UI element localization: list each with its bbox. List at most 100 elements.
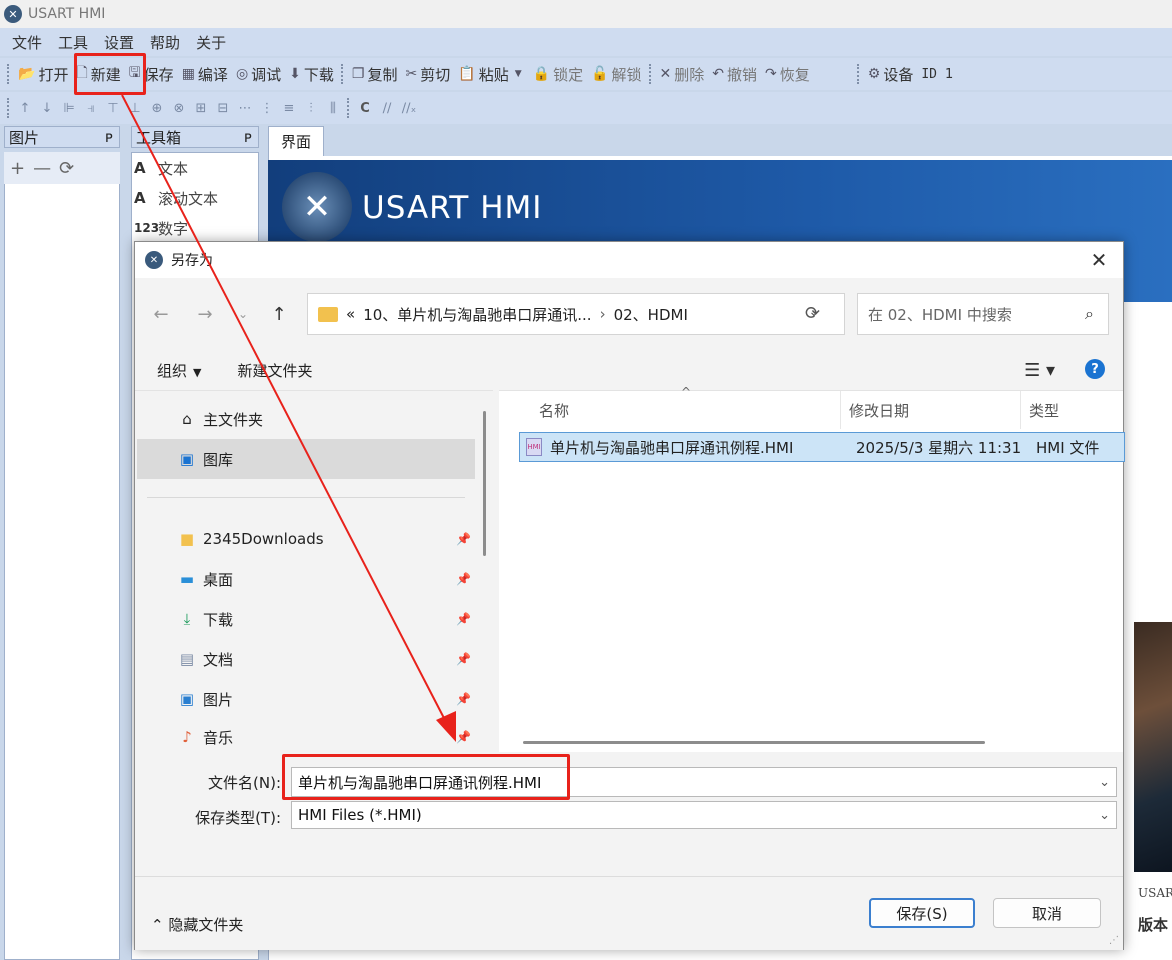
align-right-icon[interactable]: ⫣ xyxy=(80,97,102,119)
redo-icon: ↷ xyxy=(765,66,777,82)
back-icon[interactable]: ← xyxy=(149,302,173,326)
file-type-select[interactable]: HMI Files (*.HMI) ⌄ xyxy=(291,801,1117,829)
address-bar[interactable]: « 10、单片机与淘晶驰串口屏通讯... › 02、HDMI ⌄ xyxy=(307,293,845,335)
nav-item-home[interactable]: ⌂ 主文件夹 xyxy=(137,399,475,439)
menu-help[interactable]: 帮助 xyxy=(142,32,188,53)
music-icon: ♪ xyxy=(182,728,192,746)
pin-icon[interactable]: 📌 xyxy=(456,730,471,744)
equal-spacing-icon[interactable]: ⫶ xyxy=(300,97,322,119)
menu-file[interactable]: 文件 xyxy=(4,32,50,53)
uncomment-icon[interactable]: ∕∕ₓ xyxy=(398,97,420,119)
copy-label: 复制 xyxy=(367,65,398,84)
cancel-button[interactable]: 取消 xyxy=(993,898,1101,928)
nav-item-desktop[interactable]: ▬ 桌面 📌 xyxy=(137,559,475,599)
toolbox-item-number[interactable]: 123 数字 xyxy=(132,213,258,243)
arrange-icon[interactable]: ⫼ xyxy=(322,97,344,119)
toolbar-grip[interactable] xyxy=(856,64,861,84)
search-icon[interactable]: ⌕ xyxy=(1085,304,1094,324)
open-button[interactable]: 📂 打开 xyxy=(14,61,72,87)
column-header-type[interactable]: 类型 xyxy=(1021,391,1123,429)
menu-settings[interactable]: 设置 xyxy=(96,32,142,53)
toolbar-grip[interactable] xyxy=(7,64,11,84)
undo-button[interactable]: ↶ 撤销 xyxy=(708,61,761,87)
chevron-down-icon[interactable]: ▼ xyxy=(515,69,522,79)
close-icon[interactable]: ✕ xyxy=(1087,248,1111,272)
save-dialog-button[interactable]: 保存(S) xyxy=(869,898,975,928)
toolbox-item-text[interactable]: A 文本 xyxy=(132,153,258,183)
address-segment-current[interactable]: 02、HDMI xyxy=(614,304,688,325)
move-down-icon[interactable]: ↓ xyxy=(36,97,58,119)
nav-item-gallery[interactable]: ▣ 图库 xyxy=(137,439,475,479)
toolbar-grip[interactable] xyxy=(7,98,11,118)
up-icon[interactable]: ↑ xyxy=(267,302,291,326)
comment-icon[interactable]: ∕∕ xyxy=(376,97,398,119)
nav-item-documents[interactable]: ▤ 文档 📌 xyxy=(137,639,475,679)
device-label: 设备 xyxy=(883,65,914,84)
nav-item-music[interactable]: ♪ 音乐 📌 xyxy=(137,717,475,752)
pin-icon[interactable]: 📌 xyxy=(456,572,471,586)
resize-grip-icon[interactable]: ⋰ xyxy=(1109,935,1119,946)
device-button[interactable]: ⚙ 设备 xyxy=(864,61,918,87)
add-icon[interactable]: + xyxy=(10,158,25,179)
copy-button[interactable]: ❐ 复制 xyxy=(348,61,402,87)
pin-icon[interactable]: 📌 xyxy=(456,612,471,626)
tab-canvas[interactable]: 界面 xyxy=(268,126,324,156)
chevron-down-icon[interactable]: ⌄ xyxy=(1099,775,1110,790)
move-up-icon[interactable]: ↑ xyxy=(14,97,36,119)
cut-button[interactable]: ✂ 剪切 xyxy=(402,61,455,87)
debug-button[interactable]: ◎ 调试 xyxy=(232,61,285,87)
view-options-icon[interactable]: ☰ ▾ xyxy=(1024,360,1055,381)
same-width-icon[interactable]: ⊟ xyxy=(212,97,234,119)
align-top-icon[interactable]: ⊤ xyxy=(102,97,124,119)
home-icon: ⌂ xyxy=(182,410,192,428)
c-style-icon[interactable]: C xyxy=(354,97,376,119)
nav-item-2345downloads[interactable]: ■ 2345Downloads 📌 xyxy=(137,519,475,559)
refresh-icon[interactable]: ⟳ xyxy=(805,303,820,324)
nav-item-downloads[interactable]: ⤓ 下载 📌 xyxy=(137,599,475,639)
center-horizontal-icon[interactable]: ⊕ xyxy=(146,97,168,119)
menu-about[interactable]: 关于 xyxy=(188,32,234,53)
menu-tools[interactable]: 工具 xyxy=(50,32,96,53)
column-header-modified[interactable]: 修改日期 xyxy=(841,391,1021,429)
pin-icon[interactable]: 📌 xyxy=(456,692,471,706)
pin-icon[interactable]: ᴘ xyxy=(244,128,252,146)
file-list-scrollbar[interactable] xyxy=(523,741,985,744)
same-size-icon[interactable]: ⊞ xyxy=(190,97,212,119)
pin-icon[interactable]: 📌 xyxy=(456,532,471,546)
forward-icon[interactable]: → xyxy=(193,302,217,326)
paste-button[interactable]: 📋 粘贴 ▼ xyxy=(454,61,528,87)
pin-icon[interactable]: 📌 xyxy=(456,652,471,666)
refresh-icon[interactable]: ⟳ xyxy=(59,158,74,179)
organize-menu[interactable]: 组织 ▼ xyxy=(135,360,201,381)
file-row[interactable]: HMI 单片机与淘晶驰串口屏通讯例程.HMI 2025/5/3 星期六 11:3… xyxy=(519,432,1125,462)
remove-icon[interactable]: — xyxy=(33,158,51,179)
hide-folders-toggle[interactable]: ⌃ 隐藏文件夹 xyxy=(151,914,243,935)
download-button[interactable]: ⬇ 下载 xyxy=(285,61,338,87)
center-vertical-icon[interactable]: ⊗ xyxy=(168,97,190,119)
nav-scrollbar[interactable] xyxy=(483,411,486,556)
distribute-h-icon[interactable]: ⋯ xyxy=(234,97,256,119)
compile-button[interactable]: ▦ 编译 xyxy=(178,61,232,87)
toolbox-item-scroll-text[interactable]: A 滚动文本 xyxy=(132,183,258,213)
column-header-name[interactable]: 名称 ^ xyxy=(499,385,841,429)
toolbar-grip[interactable] xyxy=(648,64,653,84)
new-folder-button[interactable]: 新建文件夹 xyxy=(201,360,312,381)
address-segment-parent[interactable]: 10、单片机与淘晶驰串口屏通讯... xyxy=(363,304,591,325)
toolbar-grip[interactable] xyxy=(347,98,351,118)
lock-button[interactable]: 🔒 锁定 xyxy=(529,61,587,87)
help-icon[interactable]: ? xyxy=(1085,359,1105,379)
nav-item-pictures[interactable]: ▣ 图片 📌 xyxy=(137,679,475,719)
align-bottom-icon[interactable]: ⊥ xyxy=(124,97,146,119)
spacing-icon[interactable]: ≡ xyxy=(278,97,300,119)
search-input[interactable]: 在 02、HDMI 中搜索 ⌕ xyxy=(857,293,1109,335)
new-button-highlight xyxy=(74,53,146,95)
pin-icon[interactable]: ᴘ xyxy=(105,128,113,146)
delete-button[interactable]: ✕ 删除 xyxy=(656,61,709,87)
distribute-v-icon[interactable]: ⋮ xyxy=(256,97,278,119)
toolbar-grip[interactable] xyxy=(340,64,345,84)
chevron-down-icon[interactable]: ⌄ xyxy=(1099,808,1110,823)
redo-button[interactable]: ↷ 恢复 xyxy=(761,61,814,87)
unlock-button[interactable]: 🔓 解锁 xyxy=(587,61,645,87)
recent-locations-chevron-icon[interactable]: ⌄ xyxy=(231,302,255,326)
align-left-icon[interactable]: ⊫ xyxy=(58,97,80,119)
